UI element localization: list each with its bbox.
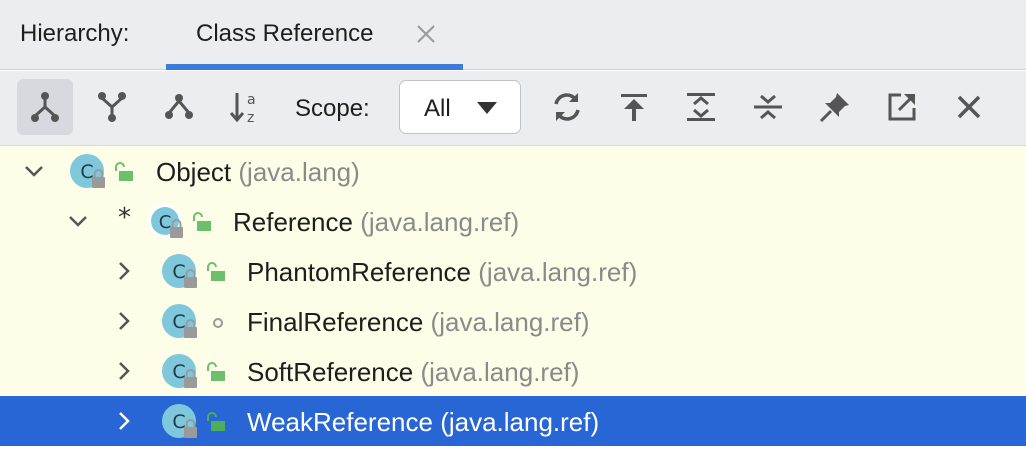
svg-text:C: C <box>159 212 172 233</box>
class-name: Object (java.lang) <box>156 157 360 187</box>
svg-text:C: C <box>80 161 93 183</box>
svg-text:C: C <box>172 411 185 433</box>
chevron-right-icon[interactable] <box>112 409 136 433</box>
hierarchy-label: Hierarchy: <box>20 20 130 47</box>
sort-alphabetically-button[interactable]: a z <box>218 79 274 135</box>
chevron-down-icon[interactable] <box>66 209 90 233</box>
expand-all-icon <box>687 93 715 121</box>
pin-tab-button[interactable] <box>807 79 863 135</box>
package-name: (java.lang.ref) <box>360 207 520 237</box>
supertypes-hierarchy-icon <box>98 92 126 122</box>
package-name: (java.lang.ref) <box>440 407 600 437</box>
tool-window-header: Hierarchy: Class Reference <box>0 0 1026 70</box>
scope-label: Scope: <box>295 95 370 122</box>
pin-tab-icon <box>819 93 849 123</box>
collapse-all-button[interactable] <box>740 79 796 135</box>
scope-dropdown[interactable]: All <box>399 80 521 134</box>
class-icon: C <box>162 254 197 288</box>
class-name: PhantomReference (java.lang.ref) <box>247 257 638 287</box>
sort-alphabetically-icon: a z <box>229 92 256 125</box>
class-name: FinalReference (java.lang.ref) <box>247 307 590 337</box>
collapse-all-icon <box>754 94 782 120</box>
expand-all-button[interactable] <box>673 79 729 135</box>
package-name: (java.lang.ref) <box>430 307 590 337</box>
tab-close-icon[interactable] <box>414 22 438 46</box>
class-name: SoftReference (java.lang.ref) <box>247 357 580 387</box>
public-access-icon <box>207 262 225 281</box>
public-access-icon <box>115 162 133 181</box>
tab-selected-underline <box>166 64 463 70</box>
package-private-icon <box>213 318 223 328</box>
chevron-down-icon <box>477 102 497 114</box>
package-name: (java.lang.ref) <box>420 357 580 387</box>
class-hierarchy-icon <box>165 94 193 119</box>
subtypes-hierarchy-icon <box>31 92 59 122</box>
tree-row[interactable]: C PhantomReference (java.lang.ref) <box>0 246 1026 296</box>
package-name: (java.lang.ref) <box>478 257 638 287</box>
chevron-right-icon[interactable] <box>112 309 136 333</box>
refresh-icon <box>554 93 580 121</box>
class-icon: C <box>162 404 197 438</box>
supertypes-hierarchy-button[interactable] <box>84 79 140 135</box>
class-icon: C <box>162 354 197 388</box>
hierarchy-toolbar: a z Scope: All <box>0 71 1026 146</box>
svg-text:C: C <box>172 361 185 383</box>
tree-row[interactable]: C FinalReference (java.lang.ref) <box>0 296 1026 346</box>
export-button[interactable] <box>874 79 930 135</box>
tree-row-selected[interactable]: C WeakReference (java.lang.ref) <box>0 396 1026 446</box>
public-access-icon <box>207 362 225 381</box>
svg-text:a: a <box>247 92 256 108</box>
class-icon: C <box>162 304 197 338</box>
public-access-icon <box>193 212 211 231</box>
abstract-class-icon: C <box>148 204 183 238</box>
chevron-right-icon[interactable] <box>112 359 136 383</box>
class-name: WeakReference (java.lang.ref) <box>247 407 600 437</box>
tree-row[interactable]: * C Reference (java.lang.ref) <box>0 196 1026 246</box>
tree-row[interactable]: C Object (java.lang) <box>0 146 1026 196</box>
svg-text:C: C <box>172 311 185 333</box>
refresh-button[interactable] <box>539 79 595 135</box>
public-access-icon <box>207 412 225 431</box>
package-name: (java.lang) <box>238 157 360 187</box>
current-class-marker: * <box>118 203 131 233</box>
svg-text:z: z <box>247 110 254 125</box>
scope-value: All <box>424 95 451 122</box>
class-hierarchy-button[interactable] <box>151 79 207 135</box>
chevron-right-icon[interactable] <box>112 259 136 283</box>
subtypes-hierarchy-button[interactable] <box>17 79 73 135</box>
class-icon: C <box>70 154 105 188</box>
export-icon <box>888 93 916 121</box>
svg-text:C: C <box>172 261 185 283</box>
chevron-down-icon[interactable] <box>22 159 46 183</box>
class-name: Reference (java.lang.ref) <box>233 207 520 237</box>
tab-label: Class Reference <box>196 20 374 47</box>
scroll-to-source-icon <box>621 94 647 121</box>
hierarchy-tree: C Object (java.lang) * C Reference (java… <box>0 146 1026 446</box>
tree-row[interactable]: C SoftReference (java.lang.ref) <box>0 346 1026 396</box>
close-button[interactable] <box>941 79 997 135</box>
close-icon <box>957 95 981 119</box>
scroll-to-source-button[interactable] <box>606 79 662 135</box>
tab-class-reference[interactable]: Class Reference <box>166 0 463 70</box>
